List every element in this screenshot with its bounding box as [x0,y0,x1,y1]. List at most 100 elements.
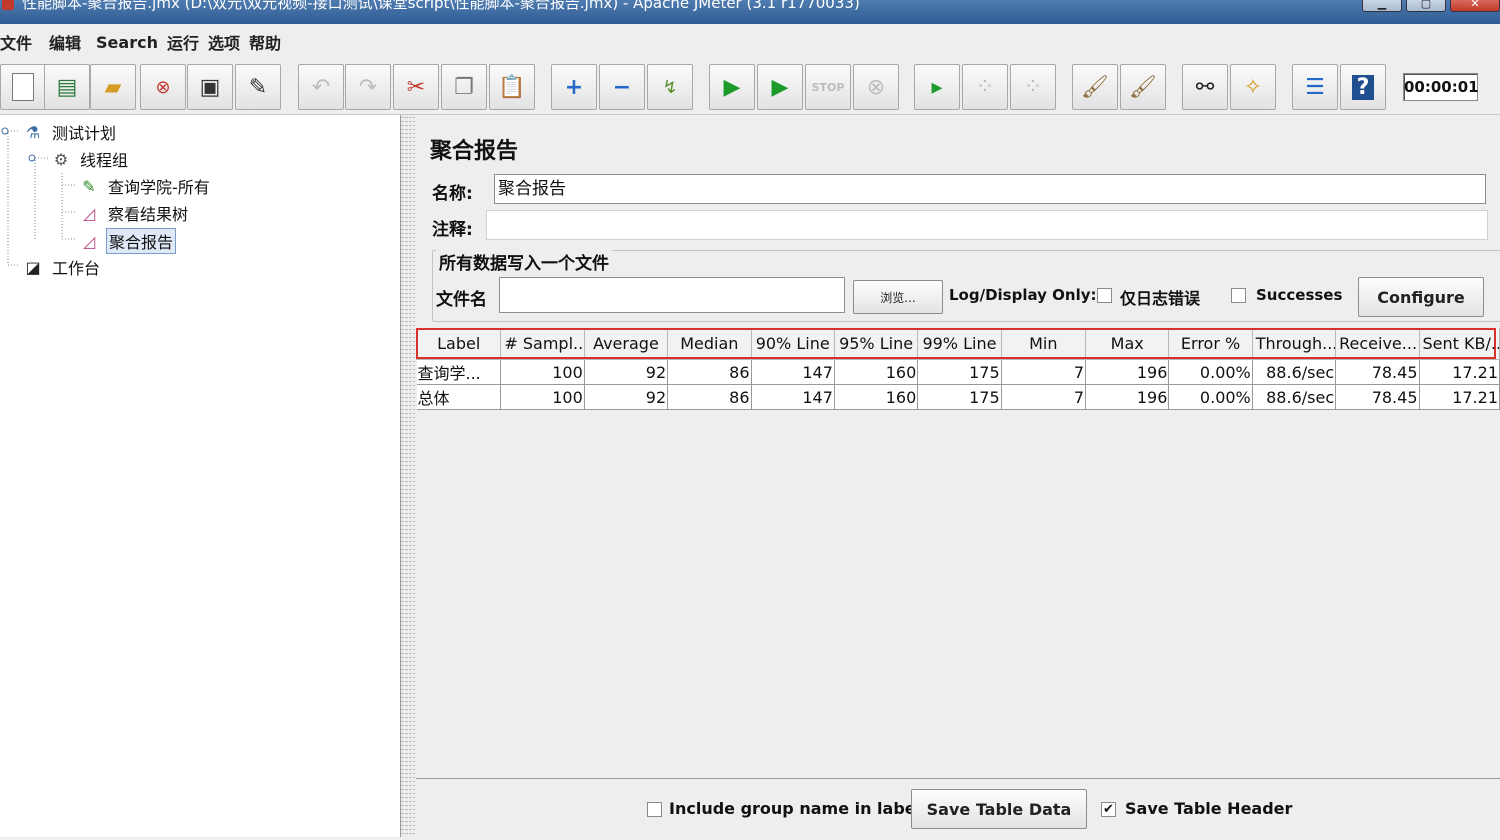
page-title: 聚合报告 [430,139,519,164]
table-row[interactable]: 查询学... 100 92 86 147 160 175 7 196 0.00%… [416,359,1500,385]
close-icon[interactable]: ⊗ [140,64,186,110]
column-header[interactable]: Max [1084,328,1170,360]
table-header-row: Label # Sampl... Average Median 90% Line… [415,328,1500,360]
write-to-file-title: 所有数据写入一个文件 [436,249,612,274]
menu-file[interactable]: 文件 [0,30,41,54]
column-header[interactable]: Median [667,328,752,360]
function-helper-icon[interactable]: ☰ [1292,64,1338,110]
tree-item-http-sampler[interactable]: ✎ 查询学院-所有 [78,174,212,198]
menu-options[interactable]: 选项 [208,30,249,54]
help-icon[interactable]: ? [1340,64,1386,110]
start-icon[interactable]: ▶ [709,64,755,110]
shutdown-icon[interactable]: ⊗ [853,64,899,110]
column-header[interactable]: 95% Line [833,328,919,360]
table-cell: 17.21 [1419,359,1500,385]
errors-only-label: 仅日志错误 [1120,289,1201,308]
column-header[interactable]: 99% Line [917,328,1002,360]
column-header[interactable]: Error % [1168,328,1253,360]
table-cell: 92 [584,359,669,385]
name-field[interactable]: 聚合报告 [494,174,1486,204]
aggregate-table: Label # Sampl... Average Median 90% Line… [415,328,1500,410]
tree-item-label: 线程组 [80,151,129,170]
comment-field[interactable] [486,210,1488,240]
column-header[interactable]: # Sampl... [500,328,585,360]
include-group-checkbox[interactable] [647,802,662,817]
configure-button[interactable]: Configure [1358,277,1484,317]
menu-help[interactable]: 帮助 [249,30,290,54]
tree-item-view-results-tree[interactable]: ◿ 察看结果树 [78,201,190,225]
stop-icon[interactable]: STOP [805,64,851,110]
templates-icon[interactable]: ▤ [44,64,90,110]
save-table-data-button[interactable]: Save Table Data [911,789,1087,829]
tree-item-label: 测试计划 [52,124,117,143]
table-cell: 175 [917,359,1002,385]
clear-icon[interactable]: 🖌 [1072,64,1118,110]
test-plan-tree: ⚗ 测试计划 ⚙ 线程组 ✎ 查询学院-所有 ◿ 察看结果树 ◿ 聚合报告 ◪ … [0,115,401,837]
table-cell: 88.6/sec [1252,359,1337,385]
minimize-button[interactable]: ▁ [1362,0,1402,12]
remote-stop-icon[interactable]: ⁘ [962,64,1008,110]
table-row[interactable]: 总体 100 92 86 147 160 175 7 196 0.00% 88.… [416,384,1500,410]
menu-run[interactable]: 运行 [167,30,208,54]
column-header[interactable]: Sent KB/... [1418,328,1500,360]
save-icon[interactable]: ▣ [187,64,233,110]
tree-item-test-plan[interactable]: ⚗ 测试计划 [22,120,118,144]
elapsed-timer: 00:00:01 [1403,73,1479,101]
table-cell: 查询学... [416,359,502,385]
table-cell: 147 [751,384,835,410]
column-header[interactable]: Label [415,328,502,360]
tree-item-thread-group[interactable]: ⚙ 线程组 [50,147,130,171]
window-title-bar: 性能脚本-聚合报告.jmx (D:\双元\双元视频-接口测试\课堂script\… [0,0,1500,24]
clear-all-icon[interactable]: 🖌 [1120,64,1166,110]
cut-icon[interactable]: ✂ [393,64,439,110]
filename-input[interactable] [499,277,845,313]
workbench-icon: ◪ [25,257,41,277]
table-cell: 196 [1085,384,1170,410]
tree-item-aggregate-report[interactable]: ◿ 聚合报告 [78,228,177,254]
copy-icon[interactable]: ❐ [441,64,487,110]
include-group-label: Include group name in label? [669,799,931,818]
results-table-area: Label # Sampl... Average Median 90% Line… [415,328,1500,778]
column-header[interactable]: Min [1000,328,1087,360]
window-controls: ▁ ▢ ✕ [1362,0,1500,12]
table-cell: 86 [667,359,752,385]
split-pane-divider[interactable] [401,115,415,837]
search-icon[interactable]: ⚯ [1182,64,1228,110]
collapse-icon[interactable]: − [599,64,645,110]
remote-shutdown-icon[interactable]: ⁘ [1010,64,1056,110]
save-header-label: Save Table Header [1125,799,1293,818]
test-plan-icon: ⚗ [25,122,41,142]
table-cell: 78.45 [1335,359,1420,385]
column-header[interactable]: Average [583,328,669,360]
column-header[interactable]: 90% Line [750,328,835,360]
new-icon[interactable] [0,64,46,110]
toggle-icon[interactable]: ↯ [647,64,693,110]
errors-only-checkbox[interactable] [1097,288,1112,303]
menu-edit[interactable]: 编辑 [49,30,90,54]
start-no-pause-icon[interactable]: ▶ [757,64,803,110]
undo-icon[interactable]: ↶ [298,64,344,110]
menu-search[interactable]: Search [96,33,167,52]
http-sampler-icon: ✎ [82,176,96,196]
paste-icon[interactable]: 📋 [489,64,535,110]
tree-item-workbench[interactable]: ◪ 工作台 [22,255,102,279]
browse-button[interactable]: 浏览... [853,280,943,314]
column-header[interactable]: Receive... [1335,328,1420,360]
expand-icon[interactable]: + [551,64,597,110]
open-icon[interactable]: ▰ [90,64,136,110]
successes-checkbox[interactable] [1231,288,1246,303]
save-header-checkbox[interactable]: ✔ [1101,802,1116,817]
tree-item-label: 聚合报告 [106,228,177,254]
name-label: 名称: [432,184,473,204]
maximize-button[interactable]: ▢ [1406,0,1446,12]
remote-start-icon[interactable]: ▸ [914,64,960,110]
app-icon [2,0,14,10]
table-cell: 175 [917,384,1002,410]
close-window-button[interactable]: ✕ [1450,0,1500,12]
reset-search-icon[interactable]: ✧ [1230,64,1276,110]
column-header[interactable]: Through... [1251,328,1337,360]
toolbar: ▤ ▰ ⊗ ▣ ✎ ↶ ↷ ✂ ❐ 📋 + − ↯ ▶ ▶ STOP ⊗ ▸ ⁘… [0,60,1500,115]
redo-icon[interactable]: ↷ [345,64,391,110]
filename-label: 文件名 [436,290,487,310]
save-as-icon[interactable]: ✎ [235,64,281,110]
